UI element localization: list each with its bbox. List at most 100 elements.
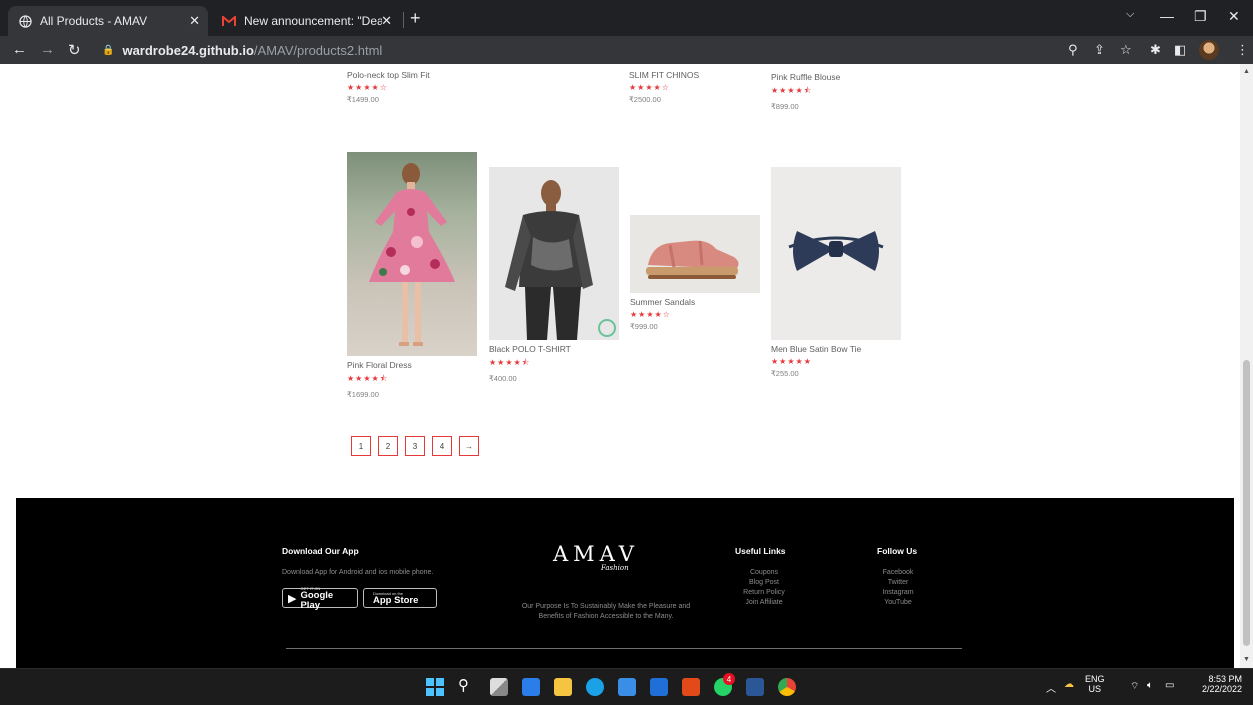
link-return-policy[interactable]: Return Policy xyxy=(730,588,798,598)
whatsapp-icon[interactable]: 4 xyxy=(714,673,735,696)
google-play-label: Google Play xyxy=(300,589,334,611)
product-image-bowtie[interactable] xyxy=(771,167,901,340)
rating-stars: ★★★★⯪ xyxy=(347,374,389,383)
play-store-icon: ▶ xyxy=(288,592,297,605)
share-icon[interactable]: ⇪ xyxy=(1094,42,1105,58)
product-card[interactable]: Black POLO T-SHIRT ★★★★⯪ ₹400.00 xyxy=(489,167,619,383)
mail-icon[interactable] xyxy=(650,678,668,696)
rating-stars: ★★★★☆ xyxy=(629,83,670,92)
page-2-button[interactable]: 2 xyxy=(378,436,398,456)
profile-avatar[interactable] xyxy=(1199,40,1219,60)
follow-heading: Follow Us xyxy=(877,546,918,556)
product-image-shirt[interactable] xyxy=(489,167,619,340)
close-tab-icon[interactable]: ✕ xyxy=(381,13,392,29)
product-price: ₹1499.00 xyxy=(347,95,379,104)
clock[interactable]: 8:53 PM 2/22/2022 xyxy=(1190,674,1242,694)
store-icon[interactable] xyxy=(618,678,636,696)
chrome-icon[interactable] xyxy=(778,678,796,696)
wifi-icon[interactable]: ⌔ xyxy=(1130,680,1139,693)
product-name: Summer Sandals xyxy=(630,297,696,307)
tab-title: All Products - AMAV xyxy=(40,14,148,28)
product-name: Men Blue Satin Bow Tie xyxy=(771,344,862,354)
footer: Download Our App Download App for Androi… xyxy=(16,498,1234,668)
product-name: Pink Floral Dress xyxy=(347,360,412,370)
download-heading: Download Our App xyxy=(282,546,359,556)
lang-secondary: US xyxy=(1088,684,1102,694)
forward-icon[interactable]: → xyxy=(40,41,55,58)
rating-stars: ★★★★⯪ xyxy=(771,86,813,95)
notification-badge: 4 xyxy=(723,673,735,685)
product-image-dress[interactable] xyxy=(347,152,477,356)
menu-dots-icon[interactable]: ⋮ xyxy=(1236,42,1249,58)
product-price: ₹1699.00 xyxy=(347,390,379,399)
footer-logo-sub: Fashion xyxy=(601,564,629,572)
back-icon[interactable]: ← xyxy=(12,41,27,58)
tab-title: New announcement: "Dear stude xyxy=(244,14,382,28)
minimize-icon[interactable]: — xyxy=(1160,8,1174,24)
link-blog-post[interactable]: Blog Post xyxy=(730,578,798,588)
word-icon[interactable] xyxy=(746,678,764,696)
close-tab-icon[interactable]: ✕ xyxy=(189,13,200,29)
tab-all-products[interactable]: All Products - AMAV ✕ xyxy=(8,6,208,36)
globe-icon xyxy=(18,14,32,28)
language-indicator[interactable]: ENG US xyxy=(1085,674,1105,694)
link-join-affiliate[interactable]: Join Affiliate xyxy=(730,598,798,608)
page-1-button[interactable]: 1 xyxy=(351,436,371,456)
address-bar[interactable]: 🔒 wardrobe24.github.io /AMAV/products2.h… xyxy=(96,38,1056,62)
app-store-label: App Store xyxy=(373,594,419,606)
scroll-down-icon[interactable]: ▼ xyxy=(1243,656,1250,663)
purpose-line-2: Benefits of Fashion Accessible to the Ma… xyxy=(538,613,674,620)
zoom-icon[interactable]: ⚲ xyxy=(1068,42,1078,58)
widgets-icon[interactable] xyxy=(522,678,540,696)
side-panel-icon[interactable]: ◧ xyxy=(1174,42,1186,58)
tab-search-icon[interactable]: ⌵ xyxy=(1126,8,1134,21)
battery-icon[interactable]: ▭ xyxy=(1165,680,1174,691)
scroll-up-icon[interactable]: ▲ xyxy=(1243,68,1250,75)
bookmark-star-icon[interactable]: ☆ xyxy=(1120,42,1132,58)
link-twitter[interactable]: Twitter xyxy=(864,578,932,588)
product-card[interactable]: Pink Ruffle Blouse ★★★★⯪ ₹899.00 xyxy=(771,68,901,111)
download-text: Download App for Android and ios mobile … xyxy=(282,569,434,576)
product-card[interactable]: Polo-neck top Slim Fit ★★★★☆ ₹1499.00 xyxy=(347,66,477,104)
footer-divider xyxy=(286,648,962,649)
product-image-sandals[interactable] xyxy=(630,215,760,293)
show-hidden-icons[interactable]: ︿ xyxy=(1046,680,1056,695)
product-name: SLIM FIT CHINOS xyxy=(629,70,700,80)
product-card[interactable]: Summer Sandals ★★★★☆ ₹999.00 xyxy=(630,215,760,331)
product-card[interactable]: Men Blue Satin Bow Tie ★★★★★ ₹255.00 xyxy=(771,167,901,378)
scrollbar-thumb[interactable] xyxy=(1243,360,1250,646)
link-youtube[interactable]: YouTube xyxy=(864,598,932,608)
volume-icon[interactable]: 🔈︎ xyxy=(1147,680,1153,691)
lang-primary: ENG xyxy=(1085,674,1105,684)
office-icon[interactable] xyxy=(682,678,700,696)
footer-logo: AMAV xyxy=(553,542,639,566)
edge-icon[interactable] xyxy=(586,678,604,696)
search-icon[interactable]: ⚲ xyxy=(458,676,476,694)
next-page-button[interactable]: → xyxy=(459,436,479,456)
browser-toolbar: ← → ↻ 🔒 wardrobe24.github.io /AMAV/produ… xyxy=(0,36,1253,64)
link-coupons[interactable]: Coupons xyxy=(730,568,798,578)
tab-announcement[interactable]: New announcement: "Dear stude ✕ xyxy=(212,6,400,36)
maximize-icon[interactable]: ❐ xyxy=(1194,8,1207,25)
product-name: Polo-neck top Slim Fit xyxy=(347,70,430,80)
task-view-icon[interactable] xyxy=(490,678,508,696)
link-instagram[interactable]: Instagram xyxy=(864,588,932,598)
windows-start-icon[interactable] xyxy=(426,678,444,696)
weather-icon[interactable]: ☁ xyxy=(1064,679,1074,690)
follow-links: Facebook Twitter Instagram YouTube xyxy=(864,568,932,608)
new-tab-button[interactable]: + xyxy=(410,9,421,27)
page-scrollbar[interactable]: ▲ ▼ xyxy=(1240,64,1253,668)
reload-icon[interactable]: ↻ xyxy=(68,41,81,59)
product-name: Pink Ruffle Blouse xyxy=(771,72,841,82)
close-window-icon[interactable]: ✕ xyxy=(1228,8,1240,25)
product-card[interactable]: Pink Floral Dress ★★★★⯪ ₹1699.00 xyxy=(347,152,477,399)
page-3-button[interactable]: 3 xyxy=(405,436,425,456)
link-facebook[interactable]: Facebook xyxy=(864,568,932,578)
file-explorer-icon[interactable] xyxy=(554,678,572,696)
google-play-button[interactable]: ▶ GET IT ON Google Play xyxy=(282,586,358,611)
product-card[interactable]: SLIM FIT CHINOS ★★★★☆ ₹2500.00 xyxy=(629,66,759,104)
app-store-button[interactable]: Download on the App Store xyxy=(363,588,437,608)
page-4-button[interactable]: 4 xyxy=(432,436,452,456)
url-host: wardrobe24.github.io xyxy=(122,42,254,58)
extensions-icon[interactable]: ✱ xyxy=(1150,42,1161,58)
